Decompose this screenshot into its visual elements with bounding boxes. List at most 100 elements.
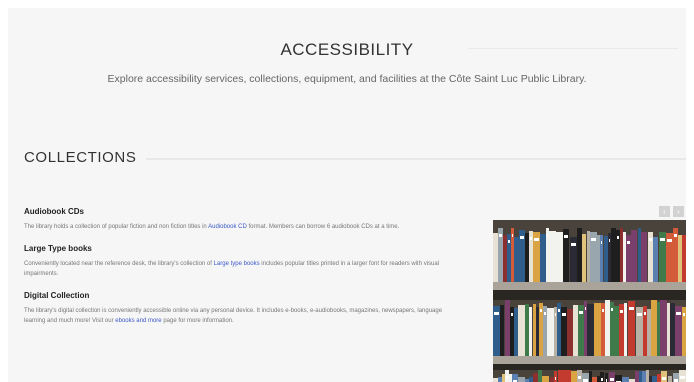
book-spine <box>641 232 647 282</box>
book-spine <box>592 377 597 382</box>
collections-heading: COLLECTIONS <box>24 149 137 166</box>
item-text-part: Conveniently located near the reference … <box>24 261 214 267</box>
book-spine <box>558 309 560 312</box>
page-title: ACCESSIBILITY <box>280 40 414 59</box>
item-text-digital: The library's digital collection is conv… <box>24 306 454 326</box>
book-spine <box>660 300 667 356</box>
book-spine <box>617 236 619 239</box>
book-spine <box>602 309 604 312</box>
carousel-next-button[interactable]: › <box>673 206 684 217</box>
book-spine <box>555 313 556 316</box>
book-spine <box>657 302 660 356</box>
book-spine <box>652 376 657 382</box>
book-spine <box>591 238 596 241</box>
book-spine <box>601 378 603 381</box>
list-item: Digital Collection The library's digital… <box>24 291 454 326</box>
list-item: Audiobook CDs The library holds a collec… <box>24 207 454 232</box>
book-spine <box>540 234 546 282</box>
book-spine <box>594 303 601 356</box>
carousel-controls: ‹ › <box>659 206 686 217</box>
carousel-prev-button[interactable]: ‹ <box>659 206 670 217</box>
page: ACCESSIBILITY Explore accessibility serv… <box>8 8 686 382</box>
book-spine <box>567 309 573 356</box>
book-spine <box>525 304 529 356</box>
book-spine <box>514 237 519 282</box>
book-spine <box>564 235 568 238</box>
book-spine <box>529 377 533 382</box>
book-spine <box>571 243 576 246</box>
book-spine <box>558 370 564 382</box>
book-spine <box>547 234 548 237</box>
book-spine <box>587 304 594 356</box>
book-spine <box>623 232 626 282</box>
book-spine <box>518 305 525 356</box>
book-spine <box>680 376 685 379</box>
section-divider <box>146 158 686 160</box>
book-spine <box>503 235 507 282</box>
item-text-audiobook: The library holds a collection of popula… <box>24 222 454 232</box>
book-spine <box>660 238 665 241</box>
book-spine <box>533 373 538 382</box>
list-item: Large Type books Conveniently located ne… <box>24 244 454 279</box>
audiobook-cd-link[interactable]: Audiobook CD <box>208 224 247 230</box>
book-spine <box>571 371 577 382</box>
item-text-part: The library holds a collection of popula… <box>24 224 209 230</box>
book-spine <box>649 238 652 241</box>
book-spine <box>597 235 600 282</box>
book-spine <box>638 228 641 282</box>
book-spine <box>651 300 657 356</box>
book-spine <box>555 377 556 380</box>
book-spine <box>625 309 626 312</box>
book-spine <box>653 237 658 282</box>
book-spine <box>622 377 629 382</box>
book-spine <box>518 377 525 382</box>
book-spine <box>609 239 610 242</box>
book-spine <box>562 313 566 316</box>
book-spine <box>614 306 619 356</box>
book-spine <box>550 377 554 382</box>
book-spine <box>547 308 554 356</box>
book-spine <box>647 309 651 356</box>
large-type-books-link[interactable]: Large type books <box>214 261 260 267</box>
title-divider <box>468 48 678 49</box>
book-spine <box>668 376 672 382</box>
book-spine <box>631 230 637 282</box>
item-title-digital: Digital Collection <box>24 291 90 300</box>
book-spine <box>534 238 539 241</box>
book-spine <box>683 313 685 316</box>
book-spine <box>540 309 542 312</box>
item-text-part: page for more information. <box>161 318 234 324</box>
book-spine <box>542 376 549 382</box>
book-spine <box>564 370 571 382</box>
book-spine <box>511 313 513 316</box>
book-spine <box>637 313 642 316</box>
item-title-audiobook: Audiobook CDs <box>24 207 84 216</box>
book-spine <box>506 376 508 379</box>
book-spine <box>639 371 642 382</box>
book-spine <box>544 312 546 315</box>
book-spine <box>605 300 610 356</box>
book-spine <box>556 232 563 282</box>
book-spine <box>494 312 499 315</box>
book-spine <box>493 290 686 300</box>
book-spine <box>525 233 529 282</box>
book-spine <box>508 240 510 243</box>
book-spine <box>554 371 557 382</box>
book-spine <box>493 378 498 382</box>
book-spine <box>493 233 498 282</box>
book-spine <box>620 310 623 313</box>
book-spine <box>676 312 681 315</box>
book-spine <box>549 231 556 282</box>
item-text-part: format. Members can borrow 6 audiobook C… <box>246 224 400 230</box>
book-spine <box>573 305 578 356</box>
book-spine <box>667 239 672 242</box>
ebooks-and-more-link[interactable]: ebooks and more <box>115 318 161 324</box>
book-spine <box>587 231 590 282</box>
book-spine <box>611 308 613 311</box>
book-spine <box>505 300 510 356</box>
item-text-large-type: Conveniently located near the reference … <box>24 259 454 279</box>
book-spine <box>674 234 677 237</box>
book-spine <box>627 241 630 244</box>
book-spine <box>646 370 649 382</box>
book-spine <box>514 308 518 356</box>
